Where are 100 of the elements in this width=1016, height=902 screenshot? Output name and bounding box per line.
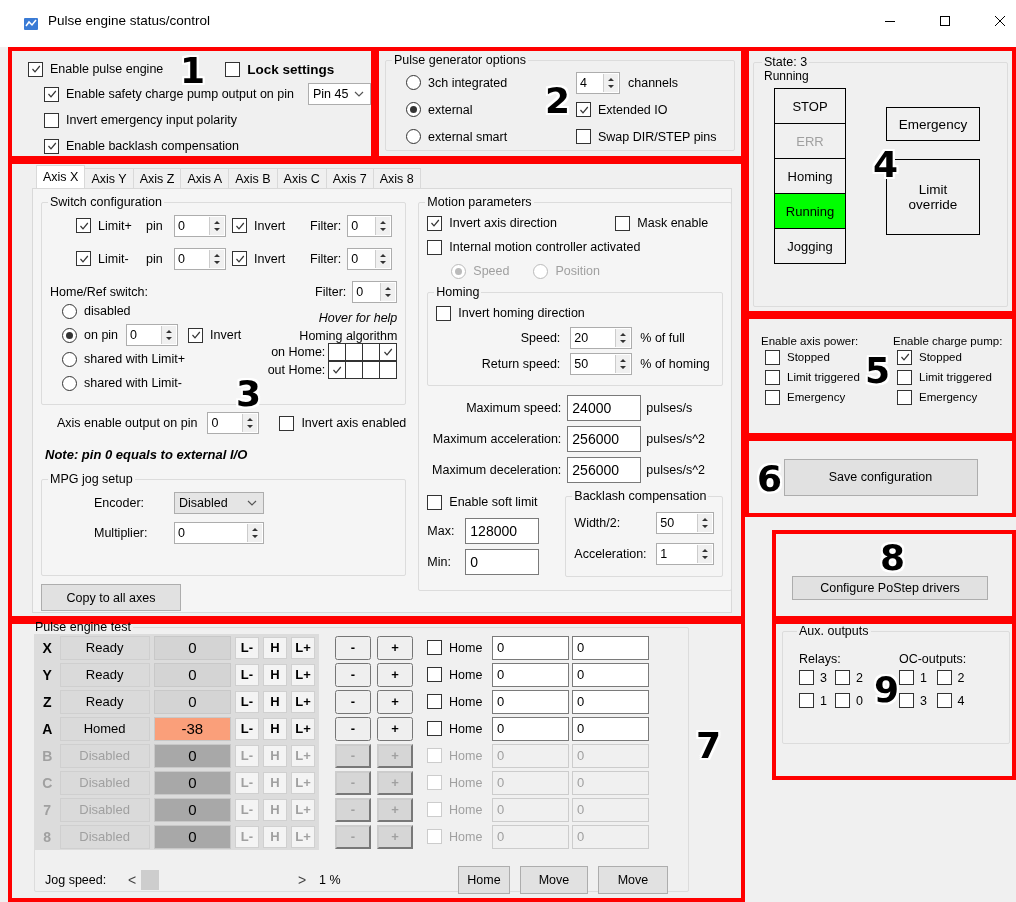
spinner-arrows-icon[interactable] bbox=[615, 329, 631, 347]
radio-button[interactable] bbox=[62, 351, 77, 367]
checkbox[interactable] bbox=[936, 693, 952, 708]
checkbox[interactable] bbox=[898, 670, 914, 685]
number-field[interactable]: 50 bbox=[570, 353, 633, 375]
checkbox[interactable] bbox=[427, 494, 443, 510]
checkbox[interactable] bbox=[897, 389, 912, 405]
checkbox[interactable] bbox=[379, 361, 398, 379]
text-field[interactable]: 24000 bbox=[567, 394, 642, 421]
dropdown[interactable]: Pin 45 bbox=[307, 83, 371, 105]
checkbox[interactable] bbox=[576, 102, 591, 117]
number-field[interactable]: 0 bbox=[174, 214, 226, 237]
number-field[interactable]: 0 bbox=[174, 247, 226, 270]
jog-button[interactable]: + bbox=[377, 689, 413, 714]
number-field[interactable]: 4 bbox=[576, 71, 620, 94]
text-field[interactable]: 0 bbox=[465, 548, 540, 575]
text-field[interactable]: 0 bbox=[492, 662, 569, 687]
checkbox[interactable] bbox=[799, 670, 814, 685]
scroll-left-arrow[interactable]: < bbox=[123, 872, 141, 888]
spinner-arrows-icon[interactable] bbox=[209, 216, 224, 235]
number-field[interactable]: 0 bbox=[207, 412, 260, 434]
checkbox[interactable] bbox=[427, 215, 443, 231]
tab[interactable]: Axis X bbox=[36, 165, 86, 188]
text-field[interactable]: 0 bbox=[572, 662, 649, 687]
checkbox[interactable] bbox=[799, 693, 814, 708]
radio-button[interactable] bbox=[62, 375, 77, 391]
spinner-arrows-icon[interactable] bbox=[242, 414, 258, 432]
jog-button[interactable]: - bbox=[335, 635, 371, 660]
checkbox[interactable] bbox=[897, 369, 912, 385]
text-field[interactable]: 0 bbox=[492, 716, 569, 741]
spinner-arrows-icon[interactable] bbox=[375, 249, 391, 268]
action-button[interactable]: Move bbox=[520, 866, 588, 894]
action-button[interactable]: Move bbox=[598, 866, 668, 894]
checkbox[interactable] bbox=[328, 361, 347, 379]
text-field[interactable]: 256000 bbox=[567, 456, 642, 483]
checkbox[interactable] bbox=[44, 86, 59, 102]
dropdown[interactable]: Disabled bbox=[174, 492, 264, 514]
checkbox[interactable] bbox=[328, 343, 347, 361]
checkbox[interactable] bbox=[427, 694, 442, 709]
spinner-arrows-icon[interactable] bbox=[161, 326, 177, 344]
checkbox[interactable] bbox=[615, 215, 631, 231]
number-field[interactable]: 1 bbox=[656, 542, 715, 565]
spinner-arrows-icon[interactable] bbox=[697, 544, 713, 563]
checkbox[interactable] bbox=[362, 343, 381, 361]
spinner-arrows-icon[interactable] bbox=[375, 216, 391, 235]
checkbox[interactable] bbox=[188, 327, 204, 343]
text-field[interactable]: 128000 bbox=[465, 517, 540, 544]
action-button[interactable]: Home bbox=[458, 866, 510, 894]
checkbox[interactable] bbox=[362, 361, 381, 379]
jog-button[interactable]: + bbox=[377, 635, 413, 660]
number-field[interactable]: 0 bbox=[352, 281, 398, 303]
close-icon[interactable] bbox=[994, 14, 1006, 27]
checkbox[interactable] bbox=[44, 112, 59, 128]
scroll-thumb[interactable] bbox=[141, 870, 159, 890]
checkbox[interactable] bbox=[345, 343, 364, 361]
jog-button[interactable]: - bbox=[335, 689, 371, 714]
checkbox[interactable] bbox=[427, 239, 443, 255]
checkbox[interactable] bbox=[225, 61, 241, 77]
text-field[interactable]: 0 bbox=[492, 689, 569, 714]
number-field[interactable]: 20 bbox=[570, 327, 633, 349]
spinner-arrows-icon[interactable] bbox=[380, 283, 396, 301]
checkbox[interactable] bbox=[834, 693, 850, 708]
number-field[interactable]: 0 bbox=[174, 522, 264, 544]
checkbox[interactable] bbox=[765, 369, 780, 385]
checkbox[interactable] bbox=[76, 218, 91, 233]
spinner-arrows-icon[interactable] bbox=[603, 73, 618, 92]
jog-button[interactable]: - bbox=[335, 716, 371, 741]
text-field[interactable]: 0 bbox=[572, 689, 649, 714]
radio-button[interactable] bbox=[62, 327, 77, 343]
checkbox[interactable] bbox=[232, 251, 247, 266]
number-field[interactable]: 0 bbox=[347, 214, 393, 237]
jog-button[interactable]: - bbox=[335, 662, 371, 687]
checkbox[interactable] bbox=[427, 667, 442, 682]
checkbox[interactable] bbox=[28, 61, 43, 77]
checkbox[interactable] bbox=[76, 251, 91, 266]
text-field[interactable]: 0 bbox=[492, 635, 569, 660]
jog-button[interactable]: + bbox=[377, 662, 413, 687]
radio-button[interactable] bbox=[406, 75, 421, 90]
checkbox[interactable] bbox=[765, 349, 780, 365]
checkbox[interactable] bbox=[576, 129, 591, 144]
spinner-arrows-icon[interactable] bbox=[615, 355, 631, 373]
checkbox[interactable] bbox=[279, 415, 295, 431]
checkbox[interactable] bbox=[765, 389, 780, 405]
radio-button[interactable] bbox=[406, 129, 421, 144]
checkbox[interactable] bbox=[345, 361, 364, 379]
copy-button[interactable]: Copy to all axes bbox=[41, 584, 181, 611]
number-field[interactable]: 0 bbox=[126, 324, 179, 346]
checkbox[interactable] bbox=[936, 670, 952, 685]
text-field[interactable]: 256000 bbox=[567, 425, 642, 452]
spinner-arrows-icon[interactable] bbox=[697, 513, 713, 532]
checkbox[interactable] bbox=[232, 218, 247, 233]
text-field[interactable]: 0 bbox=[572, 716, 649, 741]
checkbox[interactable] bbox=[427, 640, 442, 655]
spinner-arrows-icon[interactable] bbox=[209, 249, 224, 268]
spinner-arrows-icon[interactable] bbox=[247, 524, 262, 542]
checkbox[interactable] bbox=[427, 721, 442, 736]
configure-button[interactable]: Configure PoStep drivers bbox=[792, 576, 988, 600]
radio-button[interactable] bbox=[406, 102, 421, 117]
radio-button[interactable] bbox=[62, 303, 77, 319]
number-field[interactable]: 50 bbox=[656, 511, 715, 534]
